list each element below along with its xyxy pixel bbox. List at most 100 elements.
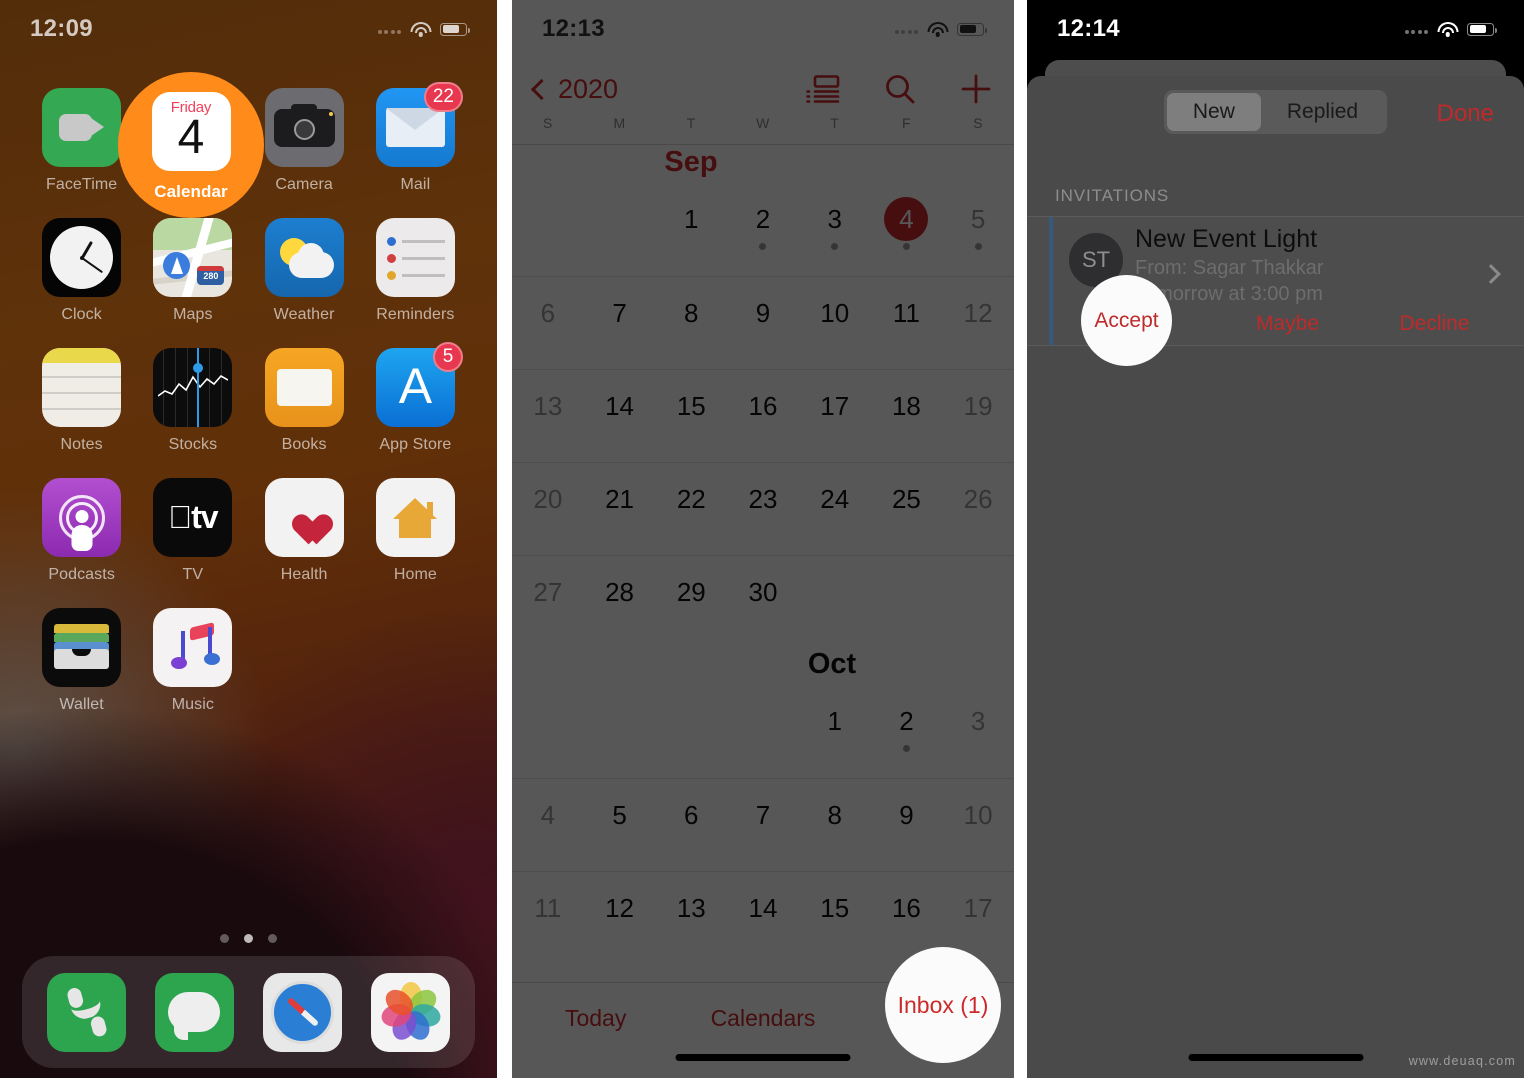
calendar-day-cell[interactable]: 4 — [512, 779, 584, 871]
app-camera[interactable]: Camera — [249, 88, 360, 194]
photos-icon[interactable] — [371, 972, 451, 1052]
page-dot-active[interactable] — [244, 934, 253, 943]
calendar-day-number: 18 — [891, 390, 921, 421]
calendar-day-cell[interactable]: 6 — [655, 779, 727, 871]
app-tv[interactable]: tv TV — [137, 478, 248, 584]
maybe-button[interactable]: Maybe — [1214, 312, 1361, 336]
calendar-day-number: 7 — [755, 799, 771, 830]
calendar-day-cell[interactable]: 27 — [512, 556, 584, 648]
app-podcasts[interactable]: Podcasts — [26, 478, 137, 584]
calendar-day-cell[interactable]: 17 — [799, 370, 871, 462]
calendar-day-cell[interactable]: 13 — [512, 370, 584, 462]
back-to-year-button[interactable]: 2020 — [530, 74, 618, 105]
app-clock[interactable]: Clock — [26, 218, 137, 324]
app-label: Health — [280, 566, 328, 583]
phone-icon[interactable] — [46, 972, 126, 1052]
month-scroll-area[interactable]: Sep 1 2 3 4 5 6 7 8 9 10 11 12 13 14 15 16 17 18 19 20 21 22 23… — [512, 146, 1014, 964]
calendar-day-cell[interactable]: 14 — [727, 872, 799, 964]
messages-icon[interactable] — [154, 972, 234, 1052]
calendar-day-cell[interactable]: 26 — [942, 463, 1014, 555]
calendar-day-number: 7 — [612, 297, 627, 328]
app-appstore[interactable]: 5 A App Store — [360, 342, 471, 454]
accept-highlight-spotlight[interactable]: Accept — [1081, 275, 1172, 366]
calendar-day-cell[interactable]: 10 — [942, 779, 1014, 871]
calendar-day-cell[interactable]: 13 — [655, 872, 727, 964]
calendar-day-cell[interactable]: 11 — [871, 277, 943, 369]
calendar-day-cell[interactable]: 22 — [655, 463, 727, 555]
calendar-day-cell[interactable]: 12 — [584, 872, 656, 964]
app-stocks[interactable]: Stocks — [137, 348, 248, 454]
app-wallet[interactable]: Wallet — [26, 608, 137, 714]
app-health[interactable]: Health — [249, 478, 360, 584]
search-icon[interactable] — [884, 73, 916, 105]
segment-new[interactable]: New — [1166, 93, 1261, 131]
weekday-label: W — [756, 115, 770, 131]
app-label: Weather — [273, 306, 335, 323]
calendar-day-cell[interactable]: 21 — [584, 463, 656, 555]
calendar-day-cell[interactable]: 23 — [727, 463, 799, 555]
segmented-control[interactable]: New Replied — [1163, 90, 1388, 134]
calendar-day-cell[interactable]: 8 — [799, 779, 871, 871]
calendar-day-number: 28 — [605, 576, 635, 607]
page-dot[interactable] — [268, 934, 277, 943]
calendar-day-cell[interactable]: 30 — [727, 556, 799, 648]
today-button[interactable]: Today — [512, 1005, 679, 1032]
plus-icon[interactable] — [960, 73, 992, 105]
app-notes[interactable]: Notes — [26, 348, 137, 454]
decline-button[interactable]: Decline — [1361, 312, 1508, 336]
calendar-day-cell[interactable]: 14 — [584, 370, 656, 462]
calendar-day-cell[interactable]: 16 — [727, 370, 799, 462]
calendar-day-cell[interactable]: 9 — [727, 277, 799, 369]
inbox-button-label: Inbox (1) — [897, 991, 989, 1018]
safari-icon[interactable] — [263, 972, 343, 1052]
app-maps[interactable]: 280 Maps — [137, 218, 248, 324]
done-button[interactable]: Done — [1437, 100, 1494, 128]
calendar-day-cell[interactable]: 7 — [727, 779, 799, 871]
app-label: Mail — [400, 176, 431, 193]
calendar-day-number: 19 — [963, 390, 993, 421]
app-mail[interactable]: 22 Mail — [360, 82, 471, 194]
page-dot[interactable] — [220, 934, 229, 943]
calendar-day-cell[interactable]: 7 — [584, 277, 656, 369]
calendar-day-cell[interactable]: 2 — [727, 183, 799, 276]
calendar-day-cell[interactable]: 9 — [871, 779, 943, 871]
calendar-screen: 12:13 2020 S M T W T F S Sep 1 2 3 4 5 6… — [512, 0, 1014, 1078]
app-books[interactable]: Books — [249, 348, 360, 454]
calendar-day-cell[interactable]: 8 — [655, 277, 727, 369]
app-label: Home — [393, 566, 437, 583]
calendar-day-cell[interactable]: 18 — [871, 370, 943, 462]
calendar-day-cell[interactable]: 5 — [942, 183, 1014, 276]
calendar-day-cell[interactable]: 6 — [512, 277, 584, 369]
calendar-day-cell[interactable]: 1 — [655, 183, 727, 276]
app-weather[interactable]: Weather — [249, 218, 360, 324]
calendar-day-cell[interactable]: 3 — [799, 183, 871, 276]
calendar-highlight-spotlight[interactable]: Friday 4 Calendar — [118, 72, 264, 218]
weekday-label: S — [542, 115, 553, 131]
calendar-day-cell[interactable]: 1 — [799, 685, 871, 778]
calendar-day-cell[interactable]: 19 — [942, 370, 1014, 462]
calendar-day-cell[interactable]: 20 — [512, 463, 584, 555]
inbox-highlight-spotlight[interactable]: Inbox (1) — [885, 947, 1001, 1063]
calendar-day-cell[interactable]: 28 — [584, 556, 656, 648]
calendar-day-cell[interactable]: 24 — [799, 463, 871, 555]
calendar-icon[interactable]: Friday 4 — [151, 92, 231, 171]
calendar-day-cell[interactable]: 10 — [799, 277, 871, 369]
chevron-right-icon[interactable] — [1481, 264, 1501, 284]
calendar-day-cell[interactable]: 25 — [871, 463, 943, 555]
page-indicator-dots[interactable] — [0, 934, 497, 943]
app-reminders[interactable]: Reminders — [360, 218, 471, 324]
calendar-day-cell[interactable]: 12 — [942, 277, 1014, 369]
segment-replied[interactable]: Replied — [1261, 93, 1384, 131]
calendars-button[interactable]: Calendars — [679, 1005, 846, 1032]
calendar-day-cell[interactable]: 11 — [512, 872, 584, 964]
calendar-day-cell[interactable]: 3 — [942, 685, 1014, 778]
calendar-day-cell[interactable]: 29 — [655, 556, 727, 648]
calendar-day-cell[interactable]: 4 — [871, 183, 943, 276]
calendar-day-cell[interactable]: 5 — [584, 779, 656, 871]
agenda-list-icon[interactable] — [806, 74, 840, 104]
app-music[interactable]: Music — [137, 608, 248, 714]
calendar-day-cell[interactable]: 15 — [799, 872, 871, 964]
calendar-day-cell[interactable]: 15 — [655, 370, 727, 462]
app-home[interactable]: Home — [360, 478, 471, 584]
calendar-day-cell[interactable]: 2 — [871, 685, 943, 778]
